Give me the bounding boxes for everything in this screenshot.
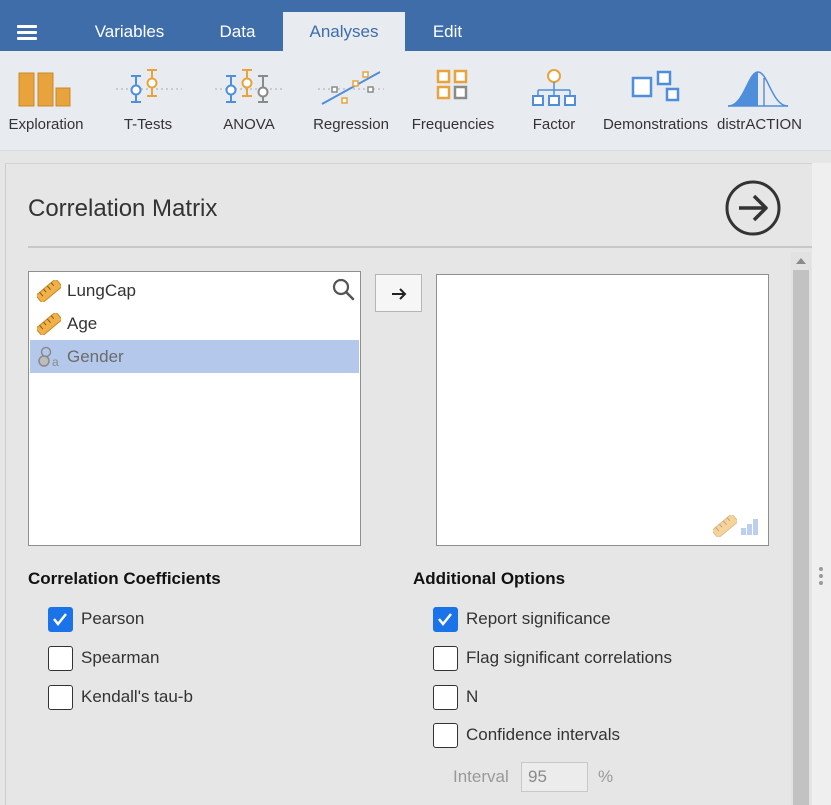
ribbon-label: T-Tests (123, 116, 173, 133)
scroll-up-icon[interactable] (791, 252, 811, 270)
ribbon-factor[interactable]: Factor (509, 51, 599, 151)
arrow-right-icon (392, 288, 407, 300)
list-item[interactable]: Age (30, 307, 359, 340)
hamburger-menu-icon[interactable] (17, 25, 37, 40)
ribbon-exploration[interactable]: Exploration (0, 51, 92, 151)
ribbon-label: Frequencies (411, 116, 495, 133)
demonstrations-icon (631, 70, 680, 102)
factor-icon (532, 69, 576, 106)
ordinal-bars-icon (741, 519, 758, 535)
variable-name: Gender (67, 347, 124, 366)
ribbon-label: Demonstrations (602, 116, 709, 133)
checkbox-label: Report significance (466, 609, 611, 628)
tab-variables[interactable]: Variables (78, 12, 181, 51)
splitter-grip-icon (819, 574, 823, 578)
checkbox-box[interactable] (433, 723, 458, 748)
ribbon-label: distrACTION (716, 116, 802, 133)
checkbox-label: Confidence intervals (466, 725, 621, 744)
nominal-icon: a (38, 346, 59, 368)
ruler-icon (37, 280, 61, 302)
move-variable-button[interactable] (375, 274, 422, 312)
ruler-icon (713, 515, 737, 537)
target-variable-list[interactable] (436, 274, 769, 546)
checkbox-box[interactable] (433, 646, 458, 671)
tab-edit[interactable]: Edit (415, 12, 480, 51)
checkbox-label: Kendall's tau-b (81, 687, 193, 706)
checkbox-box[interactable] (48, 646, 73, 671)
ribbon-label: Factor (532, 116, 576, 133)
splitter-grip-icon (819, 581, 823, 585)
interval-input[interactable] (521, 762, 588, 792)
svg-text:a: a (52, 355, 59, 368)
panel-scrollbar[interactable] (791, 252, 811, 805)
additional-options-heading: Additional Options (413, 569, 566, 588)
anova-icon (215, 69, 283, 103)
ribbon-demonstrations[interactable]: Demonstrations (600, 51, 711, 151)
frequencies-icon (436, 69, 468, 100)
variable-name: Age (67, 314, 98, 333)
panel-splitter[interactable] (812, 163, 831, 805)
ribbon-label: Regression (313, 116, 389, 133)
ribbon-frequencies[interactable]: Frequencies (407, 51, 499, 151)
ribbon-label: ANOVA (223, 116, 275, 133)
source-variable-list[interactable]: LungCap Age a Gender (28, 271, 361, 546)
ribbon-regression[interactable]: Regression (305, 51, 397, 151)
checkbox-label: Spearman (81, 648, 160, 667)
ruler-icon (37, 313, 61, 335)
regression-icon (318, 71, 384, 105)
ribbon-t-tests[interactable]: T-Tests (102, 51, 194, 151)
bar-chart-icon (18, 72, 71, 107)
tab-data[interactable]: Data (200, 12, 275, 51)
variable-name: LungCap (67, 281, 137, 300)
ribbon-distraction[interactable]: distrACTION (712, 51, 807, 151)
distribution-curve-icon (727, 71, 789, 107)
title-divider (28, 246, 812, 248)
checkbox-box[interactable] (48, 685, 73, 710)
ttest-icon (116, 69, 182, 103)
splitter-grip-icon (819, 567, 823, 571)
checkbox-label: N (466, 687, 479, 706)
list-item-selected[interactable]: a Gender (30, 340, 359, 373)
list-item[interactable]: LungCap (30, 274, 359, 307)
interval-label: Interval (453, 767, 509, 786)
menu-bar: Variables Data Analyses Edit (0, 0, 831, 51)
checkbox-box[interactable] (48, 607, 73, 632)
ribbon-label: Exploration (8, 116, 84, 133)
panel-title: Correlation Matrix (28, 195, 218, 222)
checkbox-label: Flag significant correlations (466, 648, 672, 667)
run-arrow-icon[interactable] (725, 180, 781, 236)
analysis-ribbon: Exploration T-Tests ANOVA Regression Fre… (0, 51, 831, 151)
scroll-thumb[interactable] (793, 270, 809, 805)
interval-unit: % (598, 767, 614, 786)
correlation-coefficients-heading: Correlation Coefficients (28, 569, 221, 588)
checkbox-label: Pearson (81, 609, 145, 628)
ribbon-anova[interactable]: ANOVA (203, 51, 295, 151)
checkmark-icon (53, 613, 67, 627)
tab-analyses[interactable]: Analyses (283, 12, 405, 51)
checkmark-icon (438, 613, 452, 627)
search-icon[interactable] (331, 277, 355, 301)
checkbox-box[interactable] (433, 685, 458, 710)
checkbox-box[interactable] (433, 607, 458, 632)
